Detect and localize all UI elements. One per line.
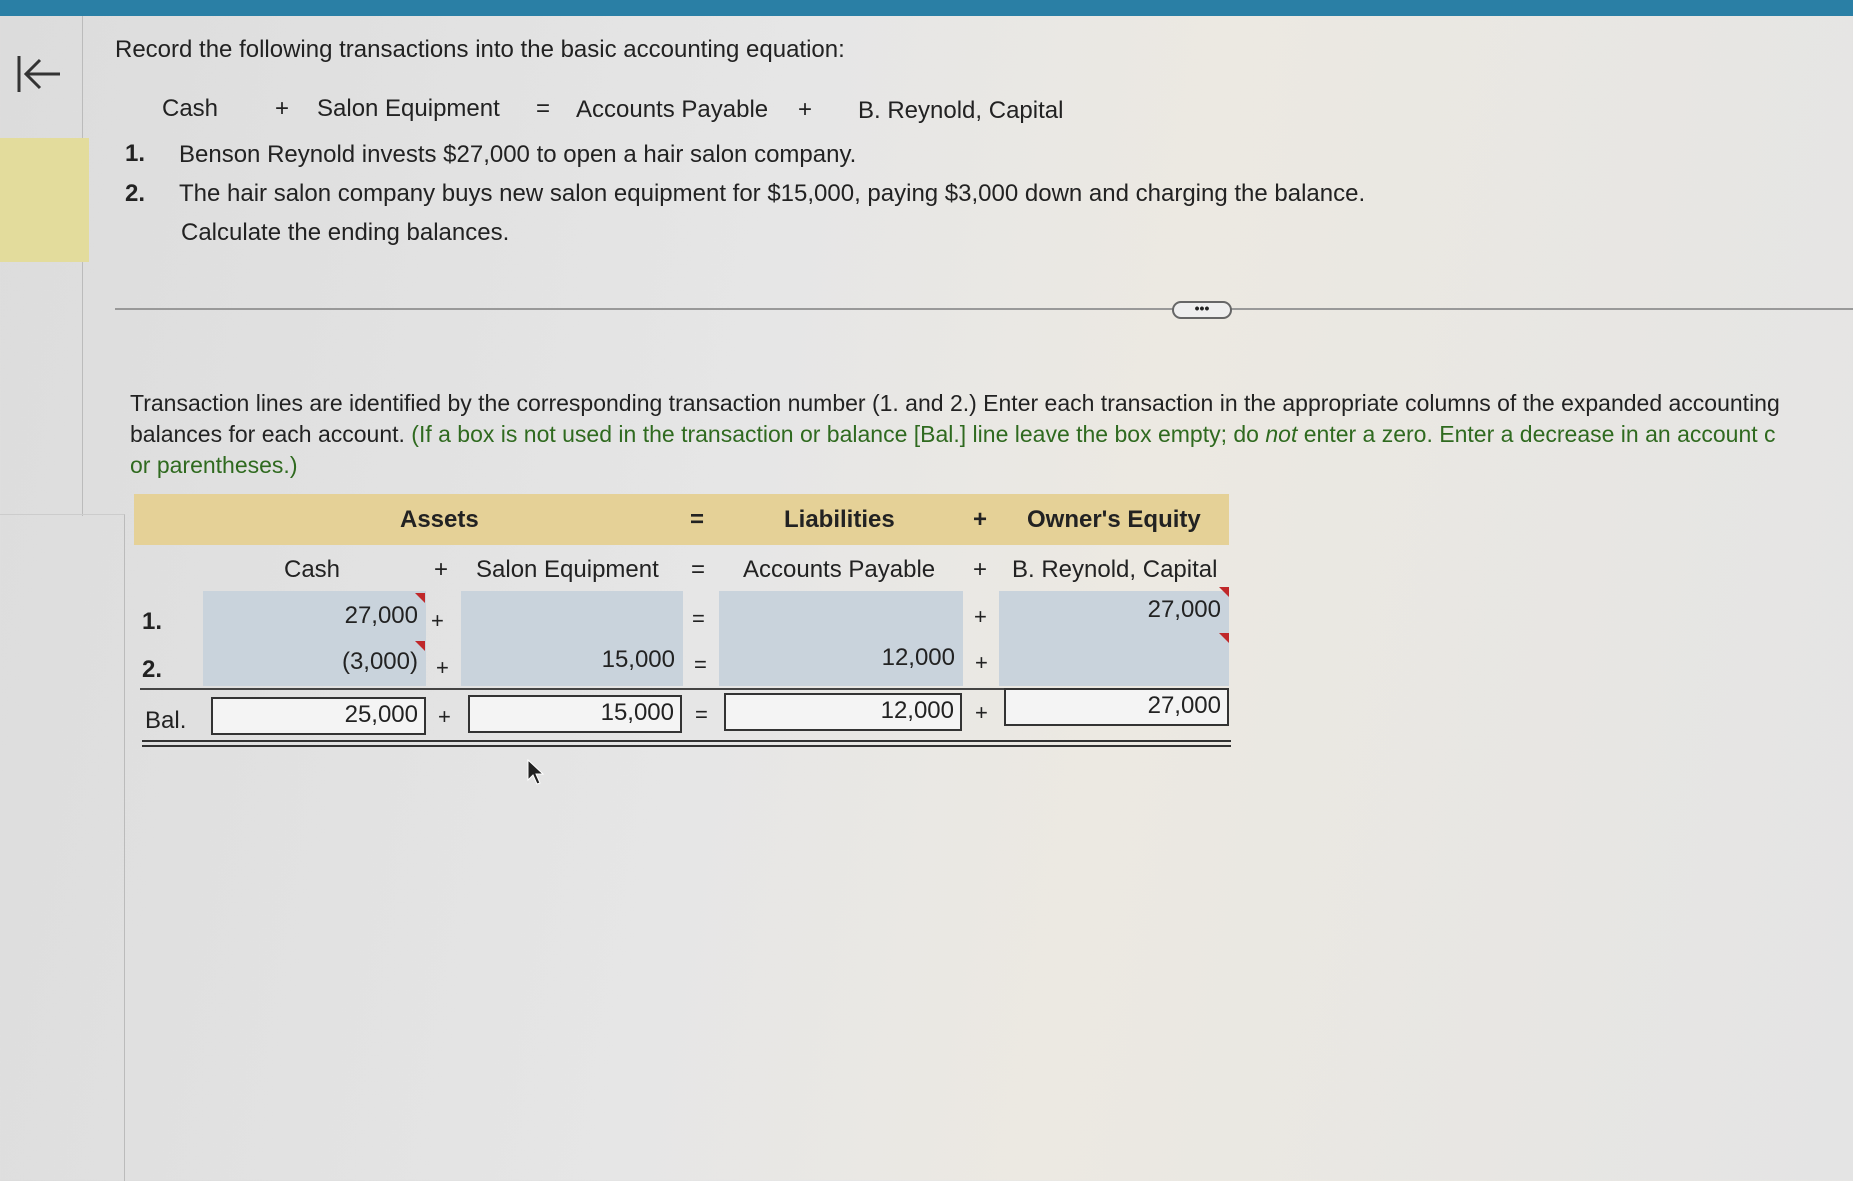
item-number: 1.	[125, 140, 146, 167]
column-op: =	[691, 556, 706, 583]
column-op: +	[973, 556, 988, 583]
item-text: Benson Reynold invests $27,000 to open a…	[179, 141, 857, 168]
equation-op: +	[275, 95, 290, 122]
op-plus: +	[431, 608, 444, 633]
instructions-line: or parentheses.)	[130, 452, 298, 478]
sidebar-active-marker	[0, 138, 89, 262]
mouse-cursor-icon	[526, 758, 546, 791]
bal-equipment-input[interactable]: 15,000	[468, 695, 682, 733]
item-extra: Calculate the ending balances.	[181, 219, 510, 246]
row-label: 2.	[142, 656, 163, 683]
equation-cash: Cash	[162, 95, 219, 122]
bal-cash-input[interactable]: 25,000	[211, 697, 426, 735]
equation-equipment: Salon Equipment	[317, 95, 500, 122]
equation-payable: Accounts Payable	[576, 96, 769, 123]
column-cash: Cash	[284, 556, 341, 583]
op-plus: +	[975, 650, 988, 675]
instructions-line: Transaction lines are identified by the …	[130, 390, 1780, 416]
item-number: 2.	[125, 180, 146, 207]
row-label: 1.	[142, 608, 163, 635]
error-flag-icon	[1219, 587, 1229, 597]
group-plus: +	[973, 506, 988, 533]
expand-divider-button[interactable]: •••	[1172, 301, 1232, 319]
group-liabilities: Liabilities	[784, 506, 895, 533]
row1-payable-input[interactable]	[719, 602, 963, 636]
top-bar	[0, 0, 1853, 16]
row1-capital-input[interactable]: 27,000	[999, 596, 1229, 630]
row2-capital-input[interactable]	[999, 642, 1229, 676]
equation-op: +	[798, 96, 813, 123]
item-text: The hair salon company buys new salon eq…	[179, 180, 1366, 207]
row2-cash-input[interactable]: (3,000)	[203, 648, 426, 682]
error-flag-icon	[415, 641, 425, 651]
instructions-emphasis: not	[1265, 421, 1298, 447]
op-plus: +	[975, 700, 988, 725]
equation-op: =	[536, 95, 551, 122]
op-plus: +	[438, 704, 451, 729]
group-eq: =	[690, 506, 705, 533]
question-title: Record the following transactions into t…	[115, 36, 845, 63]
group-assets: Assets	[400, 506, 479, 533]
column-op: +	[434, 556, 449, 583]
row1-equipment-input[interactable]	[461, 602, 683, 636]
column-equipment: Salon Equipment	[476, 556, 659, 583]
row2-payable-input[interactable]: 12,000	[719, 644, 963, 678]
double-underline	[142, 745, 1231, 747]
bal-capital-input[interactable]: 27,000	[1004, 688, 1229, 726]
op-plus: +	[974, 604, 987, 629]
collapse-back-icon[interactable]	[16, 52, 64, 96]
error-flag-icon	[415, 593, 425, 603]
row2-equipment-input[interactable]: 15,000	[461, 646, 683, 680]
op-equals: =	[692, 606, 705, 631]
double-underline	[142, 740, 1231, 742]
equation-capital: B. Reynold, Capital	[858, 97, 1064, 124]
sidebar-lower	[0, 514, 125, 1181]
op-equals: =	[695, 702, 708, 727]
op-plus: +	[436, 655, 449, 680]
instructions-line: balances for each account. (If a box is …	[130, 421, 1776, 448]
column-payable: Accounts Payable	[743, 556, 936, 583]
column-capital: B. Reynold, Capital	[1012, 556, 1218, 583]
group-equity: Owner's Equity	[1027, 506, 1201, 533]
instructions-note: (If a box is not used in the transaction…	[411, 421, 1266, 447]
divider	[115, 308, 1853, 310]
op-equals: =	[694, 652, 707, 677]
row-label: Bal.	[145, 707, 187, 734]
row1-cash-input[interactable]: 27,000	[203, 602, 426, 636]
bal-payable-input[interactable]: 12,000	[724, 693, 962, 731]
instructions-text: balances for each account.	[130, 421, 412, 447]
instructions-note: enter a zero. Enter a decrease in an acc…	[1297, 421, 1776, 447]
